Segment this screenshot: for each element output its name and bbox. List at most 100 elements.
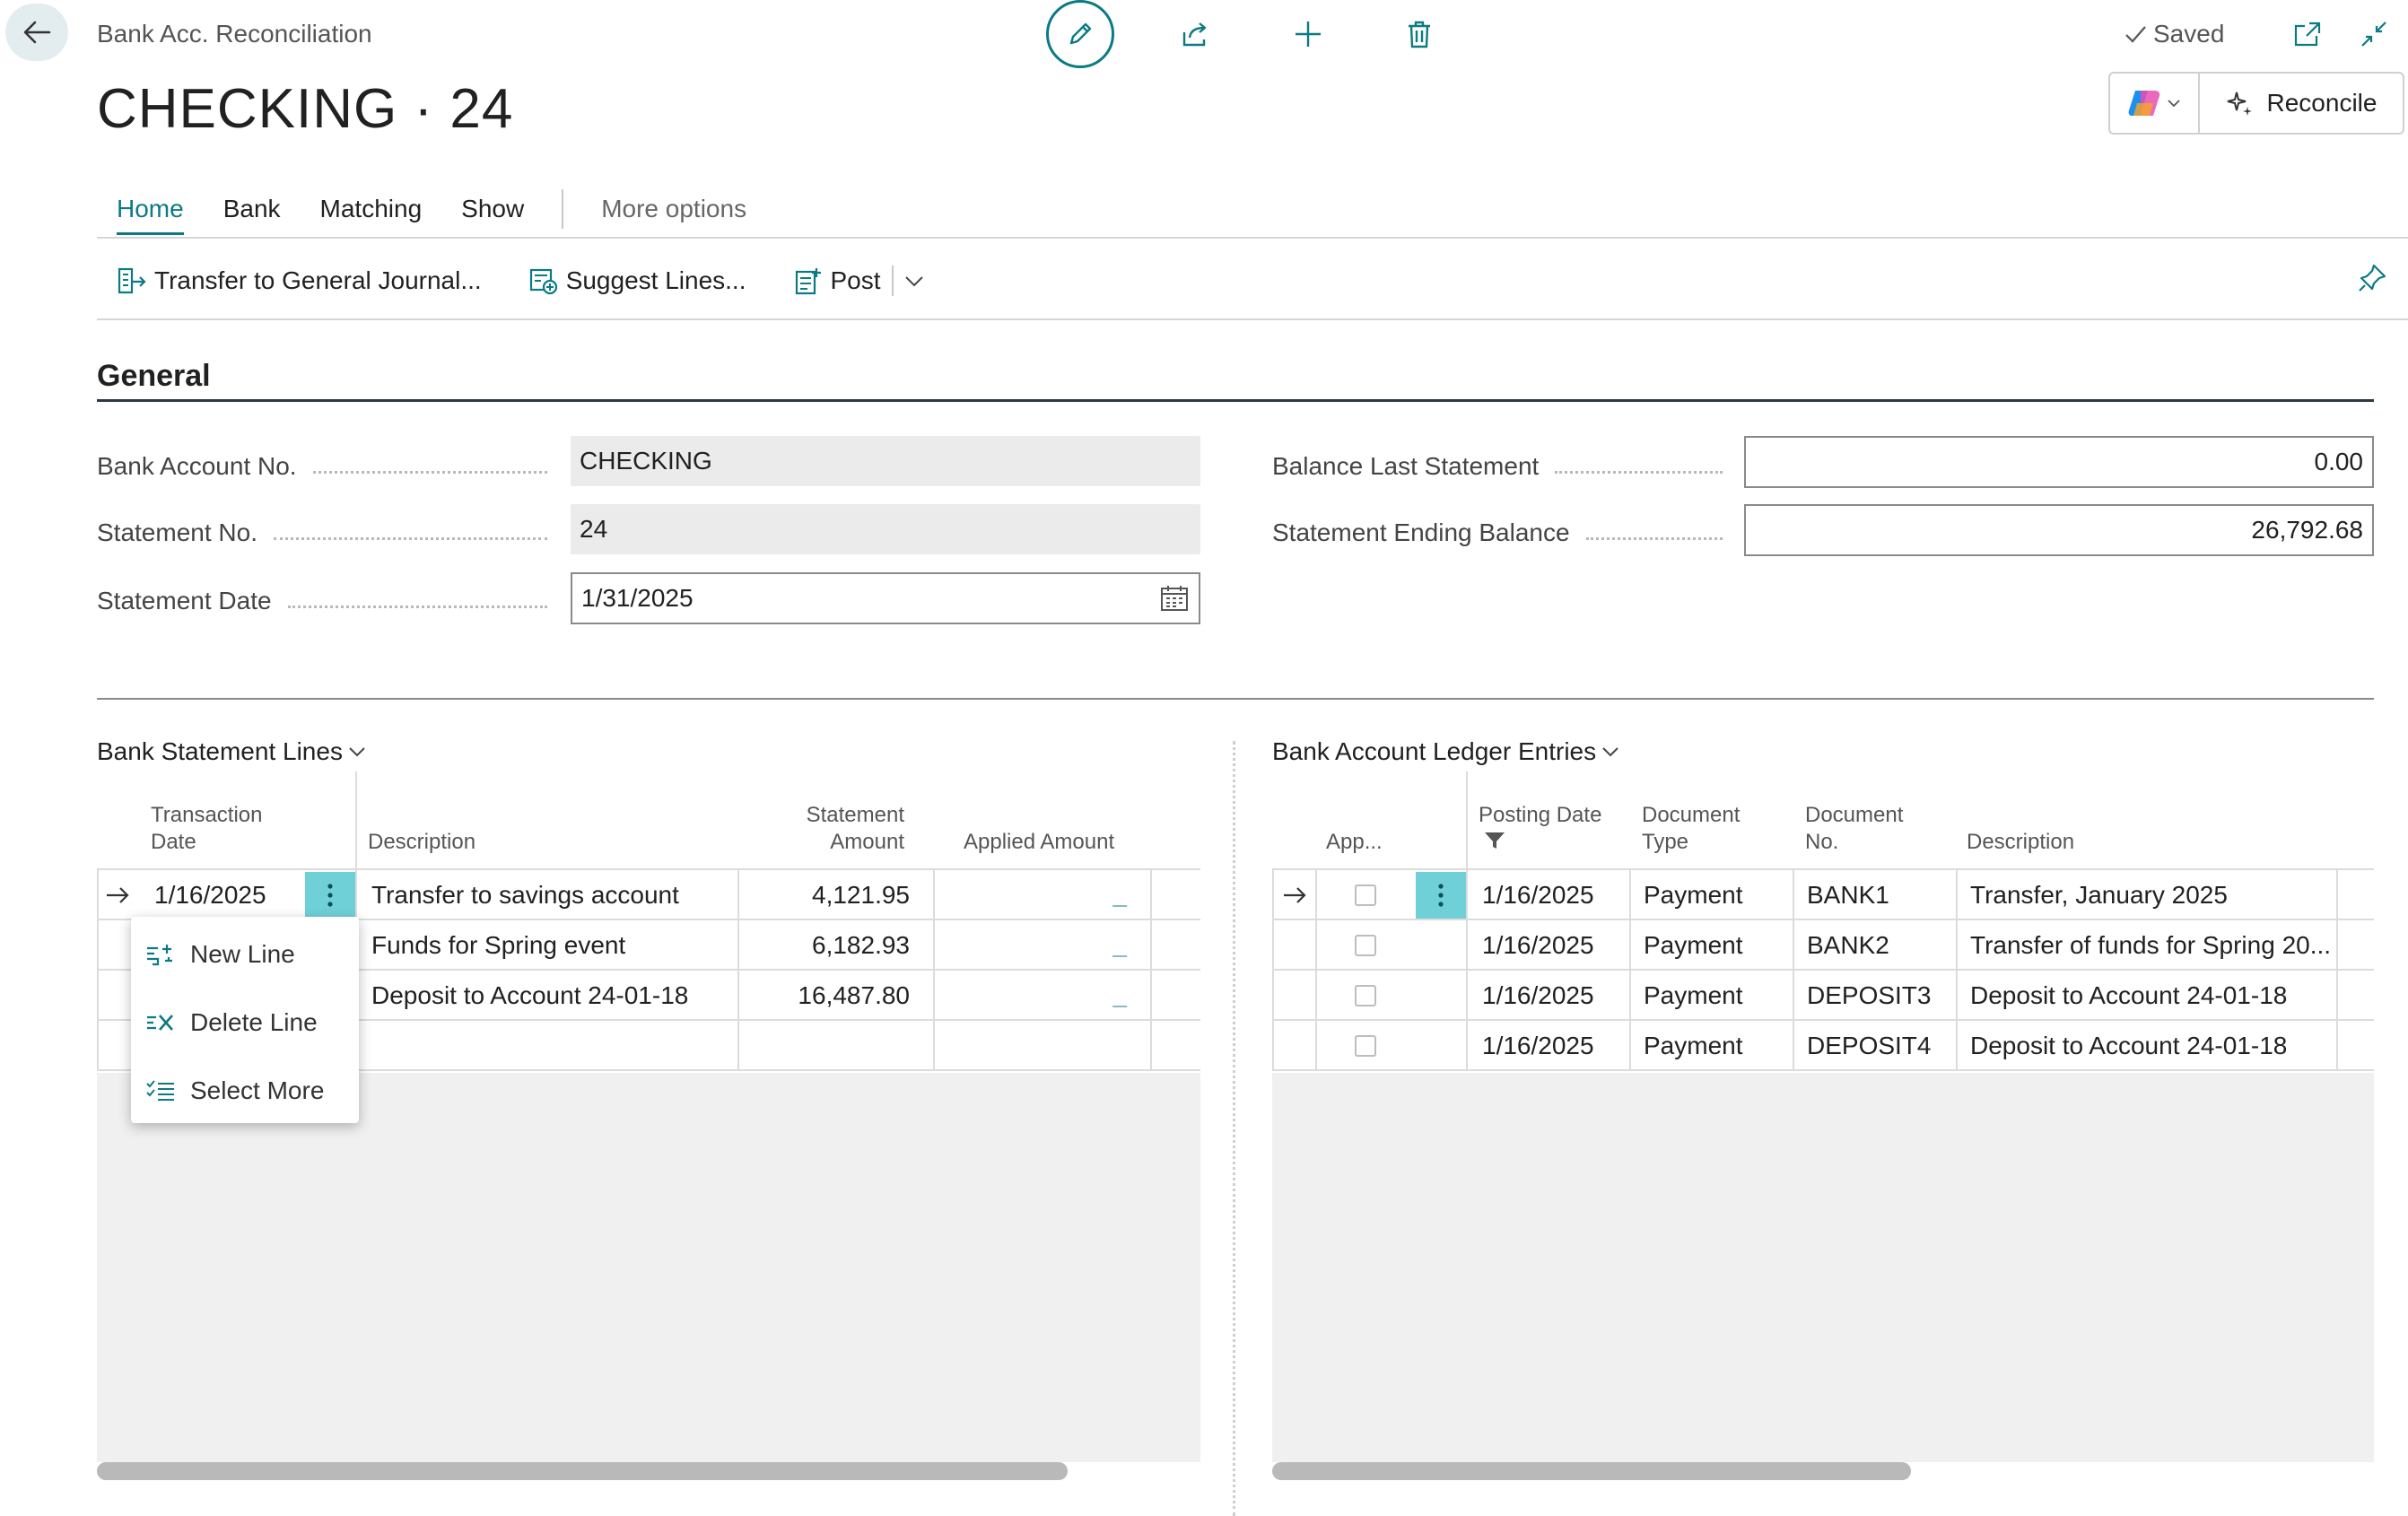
table-row-1-description[interactable]: Transfer to savings account (371, 870, 679, 920)
applied-checkbox[interactable] (1355, 985, 1376, 1006)
ledger-row-4-document-type[interactable]: Payment (1644, 1021, 1743, 1071)
open-new-window-button[interactable] (2279, 5, 2336, 63)
sparkle-icon (2226, 89, 2255, 118)
edit-button[interactable] (1046, 0, 1114, 68)
copilot-button[interactable] (2110, 74, 2200, 133)
col-header-document-type[interactable]: Document Type (1642, 802, 1740, 856)
post-icon (793, 266, 824, 296)
grid-col-divider (1150, 870, 1152, 1071)
menu-item-new-line[interactable]: New Line (145, 929, 295, 980)
add-button[interactable] (1279, 5, 1337, 63)
col-header-statement-amount[interactable]: Statement Amount (772, 802, 904, 856)
row-actions-button[interactable] (1416, 872, 1466, 919)
grid-col-divider (1629, 870, 1631, 1071)
delete-line-icon (145, 1009, 176, 1036)
tab-matching[interactable]: Matching (301, 187, 442, 231)
ledger-row-2-document-type[interactable]: Payment (1644, 920, 1743, 971)
tab-divider (562, 189, 564, 229)
ledger-row-3-posting-date[interactable]: 1/16/2025 (1482, 971, 1594, 1021)
open-new-window-icon (2292, 19, 2323, 49)
table-row-2-applied-amount[interactable]: _ (951, 920, 1127, 971)
statement-ending-balance-label-text: Statement Ending Balance (1272, 518, 1570, 546)
applied-checkbox[interactable] (1355, 935, 1376, 956)
menu-item-delete-line[interactable]: Delete Line (145, 998, 318, 1048)
page-title: CHECKING · 24 (97, 78, 514, 140)
ledger-row-3-document-no[interactable]: DEPOSIT3 (1807, 971, 1931, 1021)
table-row-3-description[interactable]: Deposit to Account 24-01-18 (371, 971, 688, 1021)
statement-date-label: Statement Date (97, 576, 563, 626)
tab-home[interactable]: Home (97, 187, 204, 235)
balance-last-statement-input[interactable]: 0.00 (1744, 436, 2374, 488)
col-header-document-no-line1: Document (1805, 803, 1904, 827)
col-header-transaction-date[interactable]: Transaction Date (151, 802, 263, 856)
general-section-underline (97, 399, 2374, 402)
table-row-2-description[interactable]: Funds for Spring event (371, 920, 625, 971)
transfer-to-general-journal-button[interactable]: Transfer to General Journal... (117, 266, 482, 296)
pin-icon (2356, 262, 2388, 294)
pin-button[interactable] (2356, 262, 2388, 294)
ledger-row-1-document-no[interactable]: BANK1 (1807, 870, 1889, 920)
share-button[interactable] (1166, 5, 1224, 63)
bank-statement-lines-menu[interactable]: Bank Statement Lines (97, 737, 368, 766)
ledger-row-4-document-no[interactable]: DEPOSIT4 (1807, 1021, 1931, 1071)
post-button[interactable]: Post (793, 266, 881, 296)
collapse-button[interactable] (2345, 5, 2403, 63)
table-row-2-amount[interactable]: 6,182.93 (754, 920, 910, 971)
col-header-statement-amount-line1: Statement (806, 803, 904, 827)
transfer-icon (117, 266, 147, 296)
current-row-arrow-icon (1281, 870, 1308, 920)
ledger-row-3-description[interactable]: Deposit to Account 24-01-18 (1970, 971, 2287, 1021)
tab-bank[interactable]: Bank (204, 187, 301, 231)
statement-lines-horizontal-scrollbar[interactable] (97, 1462, 1068, 1480)
reconcile-button[interactable]: Reconcile (2200, 74, 2403, 133)
ledger-row-2-posting-date[interactable]: 1/16/2025 (1482, 920, 1594, 971)
suggest-lines-button[interactable]: Suggest Lines... (528, 266, 746, 296)
back-button[interactable] (5, 4, 68, 61)
ledger-entries-horizontal-scrollbar[interactable] (1272, 1462, 1911, 1480)
table-row-1-amount[interactable]: 4,121.95 (754, 870, 910, 920)
ledger-row-3-document-type[interactable]: Payment (1644, 971, 1743, 1021)
menu-item-select-more[interactable]: Select More (145, 1066, 324, 1116)
bank-account-ledger-entries-menu[interactable]: Bank Account Ledger Entries (1272, 737, 1621, 766)
chevron-down-icon (2166, 95, 2182, 111)
applied-checkbox[interactable] (1355, 1035, 1376, 1057)
col-header-ledger-description[interactable]: Description (1967, 829, 2074, 856)
ledger-row-4-posting-date[interactable]: 1/16/2025 (1482, 1021, 1594, 1071)
general-section-divider (97, 698, 2374, 700)
calendar-icon[interactable] (1159, 583, 1190, 614)
statement-ending-balance-input[interactable]: 26,792.68 (1744, 504, 2374, 556)
table-row-1-applied-amount[interactable]: _ (951, 870, 1127, 920)
ledger-row-2-description[interactable]: Transfer of funds for Spring 20... (1970, 920, 2331, 971)
saved-status: Saved (2123, 20, 2224, 48)
table-row-3-amount[interactable]: 16,487.80 (754, 971, 910, 1021)
select-more-icon (145, 1077, 176, 1104)
statement-date-input[interactable]: 1/31/2025 (571, 572, 1200, 624)
grid-col-divider (1315, 870, 1317, 1071)
tab-more-options[interactable]: More options (581, 187, 766, 231)
row-actions-button[interactable] (305, 872, 355, 919)
grid-col-divider (1272, 870, 1274, 1071)
col-header-document-no[interactable]: Document No. (1805, 802, 1903, 856)
ledger-row-1-posting-date[interactable]: 1/16/2025 (1482, 870, 1594, 920)
col-header-applied-amount[interactable]: Applied Amount (964, 829, 1114, 856)
ledger-row-1-description[interactable]: Transfer, January 2025 (1970, 870, 2228, 920)
delete-button[interactable] (1391, 5, 1448, 63)
applied-checkbox[interactable] (1355, 884, 1376, 906)
ledger-row-1-document-type[interactable]: Payment (1644, 870, 1743, 920)
post-dropdown-chevron-icon[interactable] (903, 269, 926, 292)
statement-ending-balance-label: Statement Ending Balance (1272, 508, 1739, 558)
tab-show[interactable]: Show (441, 187, 544, 231)
col-header-description[interactable]: Description (368, 829, 475, 856)
col-header-document-no-line2: No. (1805, 830, 1839, 854)
table-row-1-date[interactable]: 1/16/2025 (154, 870, 266, 920)
select-more-label: Select More (190, 1076, 325, 1104)
ledger-row-4-description[interactable]: Deposit to Account 24-01-18 (1970, 1021, 2287, 1071)
parts-divider[interactable] (1233, 741, 1235, 1516)
col-header-applied[interactable]: App... (1326, 829, 1383, 856)
trash-icon (1403, 18, 1435, 50)
ledger-row-2-document-no[interactable]: BANK2 (1807, 920, 1889, 971)
collapse-icon (2359, 19, 2389, 49)
table-row-3-applied-amount[interactable]: _ (951, 971, 1127, 1021)
col-header-posting-date[interactable]: Posting Date (1479, 802, 1601, 850)
reconcile-label: Reconcile (2266, 89, 2377, 117)
